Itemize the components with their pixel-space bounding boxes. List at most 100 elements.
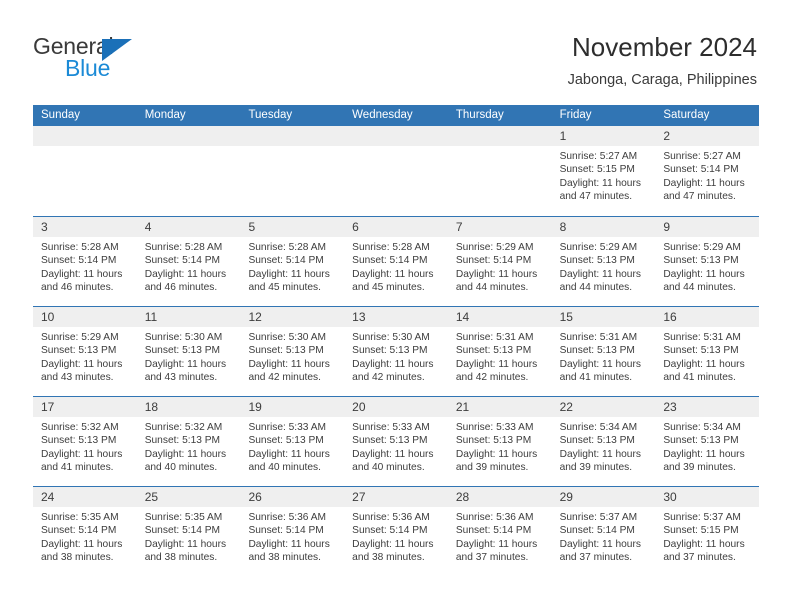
sunset-text: Sunset: 5:13 PM (248, 345, 324, 357)
sunset-text: Sunset: 5:15 PM (559, 164, 635, 176)
sunset-text: Sunset: 5:13 PM (455, 435, 532, 447)
sunset-text: Sunset: 5:13 PM (41, 345, 117, 357)
daylight-text: Daylight: 11 hours and 40 minutes. (352, 448, 434, 473)
sunrise-text: Sunrise: 5:28 AM (352, 242, 430, 253)
calendar-day-cell[interactable]: 4 Sunrise: 5:28 AM Sunset: 5:14 PM Daylight… (136, 217, 241, 306)
day-sun-info: Sunrise: 5:35 AM Sunset: 5:14 PM Daylight:… (33, 507, 137, 564)
calendar-day-cell[interactable]: 28 Sunrise: 5:36 AM Sunset: 5:14 PM Dayligh… (447, 487, 552, 576)
day-sun-info: Sunrise: 5:33 AM Sunset: 5:13 PM Daylight:… (240, 417, 344, 474)
calendar-day-cell[interactable]: 25 Sunrise: 5:35 AM Sunset: 5:14 PM Dayligh… (136, 487, 241, 576)
calendar-day-cell[interactable]: 11 Sunrise: 5:30 AM Sunset: 5:13 PM Dayligh… (136, 307, 241, 396)
sunset-text: Sunset: 5:14 PM (455, 255, 532, 267)
day-number: 11 (144, 310, 158, 324)
day-number: 21 (455, 400, 470, 414)
sunrise-text: Sunrise: 5:35 AM (144, 512, 223, 523)
day-number-strip: 20 (344, 397, 448, 417)
calendar-day-cell[interactable]: 23 Sunrise: 5:34 AM Sunset: 5:13 PM Dayligh… (655, 397, 760, 486)
sunrise-text: Sunrise: 5:31 AM (455, 332, 534, 343)
calendar-day-cell[interactable]: 8 Sunrise: 5:29 AM Sunset: 5:13 PM Daylight… (551, 217, 656, 306)
sunrise-text: Sunrise: 5:30 AM (144, 332, 223, 343)
day-sun-info: Sunrise: 5:29 AM Sunset: 5:13 PM Daylight:… (552, 237, 656, 294)
calendar-day-cell[interactable]: 6 Sunrise: 5:28 AM Sunset: 5:14 PM Daylight… (344, 217, 448, 306)
calendar-day-cell[interactable]: 15 Sunrise: 5:31 AM Sunset: 5:13 PM Dayligh… (551, 307, 656, 396)
day-sun-info: Sunrise: 5:30 AM Sunset: 5:13 PM Daylight:… (344, 327, 448, 384)
weekday-header-friday: Friday (559, 109, 592, 121)
calendar-week-row: 24 Sunrise: 5:35 AM Sunset: 5:14 PM Dayligh… (33, 486, 760, 576)
day-number: 13 (352, 310, 366, 324)
day-sun-info: Sunrise: 5:36 AM Sunset: 5:14 PM Daylight:… (344, 507, 448, 564)
sunrise-text: Sunrise: 5:29 AM (455, 242, 534, 253)
day-number-strip: 29 (551, 487, 656, 507)
day-sun-info: Sunrise: 5:27 AM Sunset: 5:15 PM Daylight:… (552, 146, 656, 203)
daylight-text: Daylight: 11 hours and 42 minutes. (248, 358, 330, 383)
day-number-strip: 11 (136, 307, 241, 327)
day-number-strip (33, 126, 137, 146)
day-number: 15 (559, 310, 573, 324)
calendar-day-cell[interactable]: 9 Sunrise: 5:29 AM Sunset: 5:13 PM Daylight… (655, 217, 760, 306)
day-number-strip: 23 (655, 397, 760, 417)
calendar-day-cell[interactable]: 18 Sunrise: 5:32 AM Sunset: 5:13 PM Dayligh… (136, 397, 241, 486)
day-number-strip: 10 (33, 307, 137, 327)
sunrise-text: Sunrise: 5:27 AM (559, 151, 638, 162)
calendar-day-cell-empty (240, 126, 345, 216)
day-sun-info: Sunrise: 5:30 AM Sunset: 5:13 PM Daylight:… (137, 327, 241, 384)
day-number-strip: 5 (240, 217, 345, 237)
day-number: 5 (248, 220, 256, 234)
calendar-day-cell[interactable]: 26 Sunrise: 5:36 AM Sunset: 5:14 PM Dayligh… (240, 487, 345, 576)
day-sun-info: Sunrise: 5:27 AM Sunset: 5:14 PM Daylight:… (655, 146, 759, 203)
calendar-day-cell[interactable]: 24 Sunrise: 5:35 AM Sunset: 5:14 PM Dayligh… (33, 487, 137, 576)
day-number-strip: 19 (240, 397, 345, 417)
calendar-day-cell[interactable]: 5 Sunrise: 5:28 AM Sunset: 5:14 PM Daylight… (240, 217, 345, 306)
day-number-strip: 8 (551, 217, 656, 237)
day-number-strip: 3 (33, 217, 137, 237)
sunset-text: Sunset: 5:13 PM (663, 255, 739, 267)
weekday-header-sunday: Sunday (41, 109, 81, 121)
daylight-text: Daylight: 11 hours and 45 minutes. (352, 268, 434, 293)
calendar-day-cell[interactable]: 13 Sunrise: 5:30 AM Sunset: 5:13 PM Dayligh… (344, 307, 448, 396)
calendar-day-cell[interactable]: 27 Sunrise: 5:36 AM Sunset: 5:14 PM Dayligh… (344, 487, 448, 576)
day-sun-info: Sunrise: 5:32 AM Sunset: 5:13 PM Daylight:… (33, 417, 137, 474)
calendar-day-cell[interactable]: 12 Sunrise: 5:30 AM Sunset: 5:13 PM Dayligh… (240, 307, 345, 396)
day-sun-info: Sunrise: 5:37 AM Sunset: 5:14 PM Daylight:… (552, 507, 656, 564)
calendar-day-cell[interactable]: 14 Sunrise: 5:31 AM Sunset: 5:13 PM Dayligh… (447, 307, 552, 396)
calendar-day-cell[interactable]: 10 Sunrise: 5:29 AM Sunset: 5:13 PM Dayligh… (33, 307, 137, 396)
calendar-day-cell[interactable]: 20 Sunrise: 5:33 AM Sunset: 5:13 PM Dayligh… (344, 397, 448, 486)
daylight-text: Daylight: 11 hours and 38 minutes. (41, 538, 123, 563)
calendar-day-cell[interactable]: 30 Sunrise: 5:37 AM Sunset: 5:15 PM Dayligh… (655, 487, 760, 576)
calendar-day-cell[interactable]: 7 Sunrise: 5:29 AM Sunset: 5:14 PM Daylight… (447, 217, 552, 306)
calendar-day-cell[interactable]: 17 Sunrise: 5:32 AM Sunset: 5:13 PM Dayligh… (33, 397, 137, 486)
calendar-body: 1 Sunrise: 5:27 AM Sunset: 5:15 PM Daylight… (33, 126, 760, 576)
daylight-text: Daylight: 11 hours and 42 minutes. (352, 358, 434, 383)
day-number: 1 (559, 129, 567, 143)
calendar-day-cell[interactable]: 22 Sunrise: 5:34 AM Sunset: 5:13 PM Dayligh… (551, 397, 656, 486)
calendar-day-cell[interactable]: 16 Sunrise: 5:31 AM Sunset: 5:13 PM Dayligh… (655, 307, 760, 396)
day-number: 10 (41, 310, 55, 324)
weekday-header-tuesday: Tuesday (248, 109, 293, 121)
calendar-day-cell[interactable]: 3 Sunrise: 5:28 AM Sunset: 5:14 PM Daylight… (33, 217, 137, 306)
weekday-header-wednesday: Wednesday (352, 109, 413, 121)
sunrise-text: Sunrise: 5:33 AM (455, 422, 534, 433)
general-blue-logo[interactable]: General Blue (33, 33, 153, 85)
calendar-day-cell[interactable]: 2 Sunrise: 5:27 AM Sunset: 5:14 PM Daylight… (655, 126, 760, 216)
day-number: 16 (663, 310, 677, 324)
calendar-day-cell[interactable]: 1 Sunrise: 5:27 AM Sunset: 5:15 PM Daylight… (551, 126, 656, 216)
daylight-text: Daylight: 11 hours and 40 minutes. (144, 448, 227, 473)
sunset-text: Sunset: 5:13 PM (248, 435, 324, 447)
calendar-day-cell[interactable]: 29 Sunrise: 5:37 AM Sunset: 5:14 PM Dayligh… (551, 487, 656, 576)
calendar-day-cell[interactable]: 21 Sunrise: 5:33 AM Sunset: 5:13 PM Dayligh… (447, 397, 552, 486)
day-number: 22 (559, 400, 573, 414)
day-number: 8 (559, 220, 567, 234)
day-sun-info: Sunrise: 5:33 AM Sunset: 5:13 PM Daylight:… (448, 417, 552, 474)
daylight-text: Daylight: 11 hours and 40 minutes. (248, 448, 330, 473)
page-subtitle: Jabonga, Caraga, Philippines (567, 72, 757, 88)
daylight-text: Daylight: 11 hours and 45 minutes. (248, 268, 330, 293)
daylight-text: Daylight: 11 hours and 37 minutes. (663, 538, 745, 563)
day-number: 7 (455, 220, 463, 234)
day-sun-info: Sunrise: 5:35 AM Sunset: 5:14 PM Daylight:… (137, 507, 241, 564)
day-sun-info: Sunrise: 5:33 AM Sunset: 5:13 PM Daylight:… (344, 417, 448, 474)
day-number: 26 (248, 490, 262, 504)
daylight-text: Daylight: 11 hours and 39 minutes. (663, 448, 745, 473)
calendar-day-cell[interactable]: 19 Sunrise: 5:33 AM Sunset: 5:13 PM Dayligh… (240, 397, 345, 486)
sunrise-text: Sunrise: 5:29 AM (41, 332, 119, 343)
day-number: 18 (144, 400, 159, 414)
